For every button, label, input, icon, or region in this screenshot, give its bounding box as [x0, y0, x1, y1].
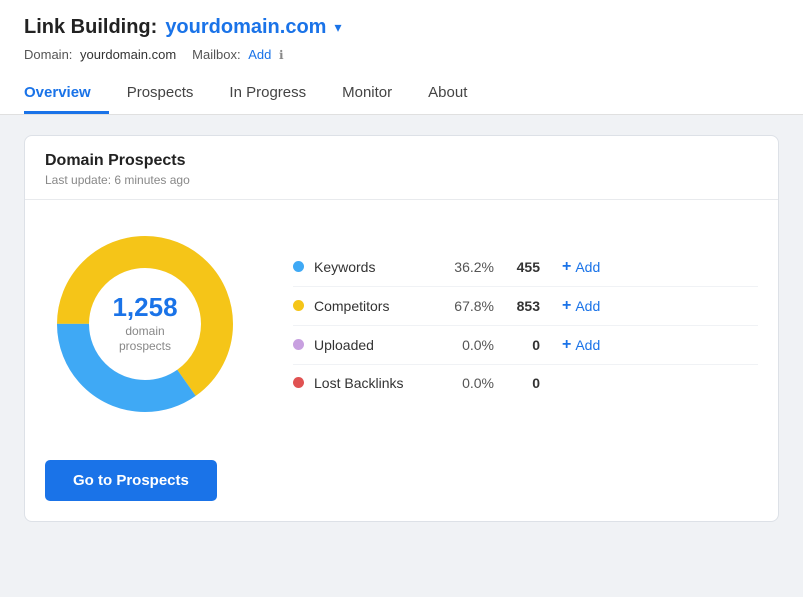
- page-title-prefix: Link Building:: [24, 16, 157, 39]
- keywords-dot: [293, 261, 304, 272]
- main-content: Domain Prospects Last update: 6 minutes …: [0, 115, 803, 597]
- card-body: 1,258 domain prospects Keywords 36.2% 45…: [25, 200, 778, 448]
- tab-prospects[interactable]: Prospects: [109, 74, 212, 114]
- competitors-add-link[interactable]: Add: [575, 298, 600, 314]
- tab-monitor[interactable]: Monitor: [324, 74, 410, 114]
- tab-in-progress[interactable]: In Progress: [211, 74, 324, 114]
- domain-prospects-card: Domain Prospects Last update: 6 minutes …: [24, 135, 779, 522]
- lost-backlinks-dot: [293, 377, 304, 388]
- tab-overview[interactable]: Overview: [24, 74, 109, 114]
- keywords-add-link[interactable]: Add: [575, 259, 600, 275]
- meta-row: Domain: yourdomain.com Mailbox: Add ℹ: [24, 47, 779, 62]
- tab-about[interactable]: About: [410, 74, 485, 114]
- uploaded-dot: [293, 339, 304, 350]
- domain-label-text: Domain:: [24, 47, 72, 62]
- donut-center: 1,258 domain prospects: [112, 293, 177, 355]
- donut-label: domain prospects: [112, 324, 177, 355]
- competitors-pct: 67.8%: [444, 298, 494, 314]
- lost-backlinks-count: 0: [504, 375, 540, 391]
- keywords-pct: 36.2%: [444, 259, 494, 275]
- nav-tabs: Overview Prospects In Progress Monitor A…: [24, 74, 779, 114]
- uploaded-add: + Add: [562, 336, 600, 354]
- competitors-add-plus: +: [562, 297, 571, 315]
- competitors-add: + Add: [562, 297, 600, 315]
- donut-chart: 1,258 domain prospects: [45, 224, 245, 424]
- card-footer: Go to Prospects: [25, 448, 778, 521]
- legend-row-lost-backlinks: Lost Backlinks 0.0% 0: [293, 365, 758, 401]
- card-header: Domain Prospects Last update: 6 minutes …: [25, 136, 778, 200]
- card-title: Domain Prospects: [45, 152, 758, 170]
- title-row: Link Building: yourdomain.com ▾: [24, 16, 779, 39]
- page-title-domain[interactable]: yourdomain.com: [165, 16, 326, 39]
- domain-value: yourdomain.com: [80, 47, 176, 62]
- competitors-count: 853: [504, 298, 540, 314]
- competitors-dot: [293, 300, 304, 311]
- chevron-down-icon[interactable]: ▾: [334, 19, 341, 36]
- donut-number: 1,258: [112, 293, 177, 322]
- go-to-prospects-button[interactable]: Go to Prospects: [45, 460, 217, 501]
- uploaded-count: 0: [504, 337, 540, 353]
- info-icon[interactable]: ℹ: [279, 48, 284, 62]
- uploaded-name: Uploaded: [314, 337, 434, 353]
- legend-table: Keywords 36.2% 455 + Add Competitors 67.…: [293, 248, 758, 401]
- keywords-add-plus: +: [562, 258, 571, 276]
- top-bar: Link Building: yourdomain.com ▾ Domain: …: [0, 0, 803, 115]
- keywords-count: 455: [504, 259, 540, 275]
- uploaded-add-plus: +: [562, 336, 571, 354]
- lost-backlinks-pct: 0.0%: [444, 375, 494, 391]
- competitors-name: Competitors: [314, 298, 434, 314]
- uploaded-pct: 0.0%: [444, 337, 494, 353]
- mailbox-section: Mailbox: Add ℹ: [192, 47, 283, 62]
- legend-row-competitors: Competitors 67.8% 853 + Add: [293, 287, 758, 326]
- uploaded-add-link[interactable]: Add: [575, 337, 600, 353]
- mailbox-label-text: Mailbox:: [192, 47, 240, 62]
- keywords-add: + Add: [562, 258, 600, 276]
- lost-backlinks-name: Lost Backlinks: [314, 375, 434, 391]
- legend-row-uploaded: Uploaded 0.0% 0 + Add: [293, 326, 758, 365]
- keywords-name: Keywords: [314, 259, 434, 275]
- domain-label: Domain: yourdomain.com: [24, 47, 176, 62]
- card-subtitle: Last update: 6 minutes ago: [45, 173, 758, 187]
- legend-row-keywords: Keywords 36.2% 455 + Add: [293, 248, 758, 287]
- mailbox-add-link[interactable]: Add: [248, 47, 271, 62]
